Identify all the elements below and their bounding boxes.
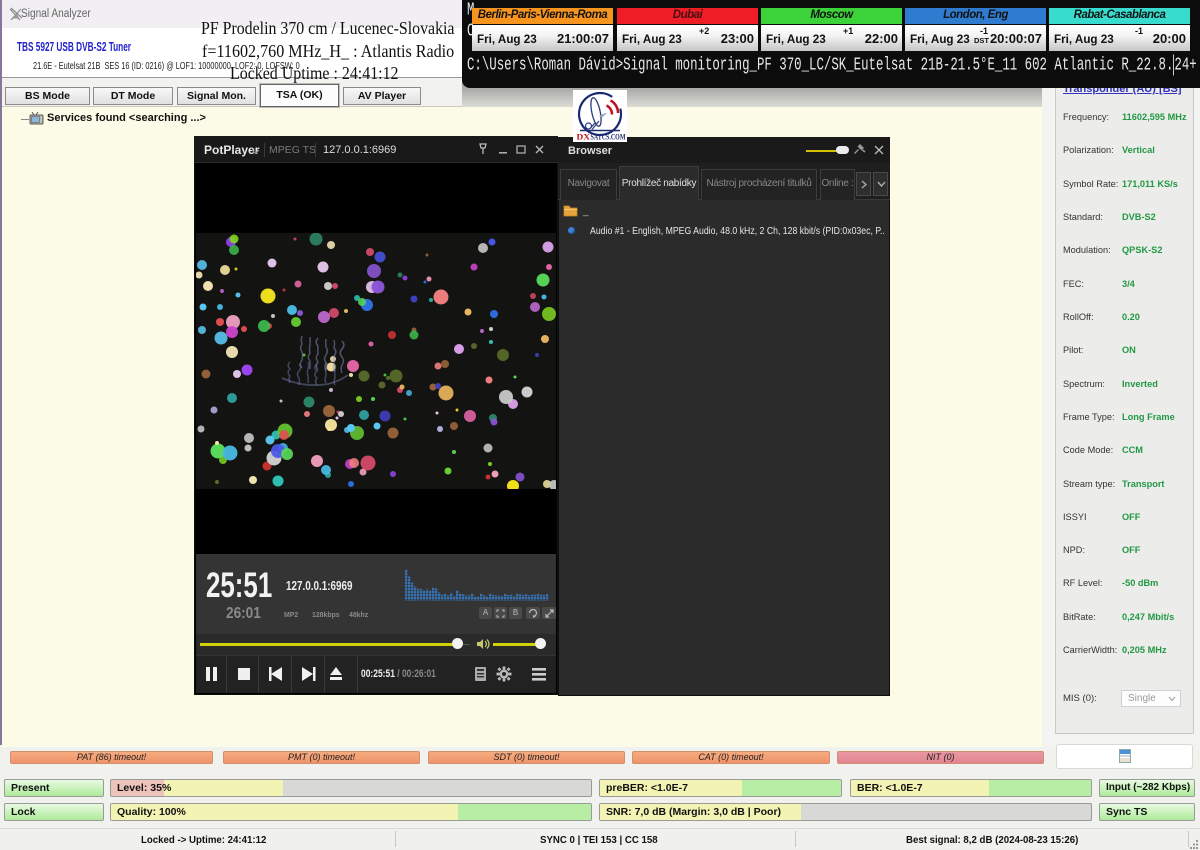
- svg-text:SATCS.COM: SATCS.COM: [591, 132, 626, 142]
- svg-text:DX: DX: [577, 132, 591, 142]
